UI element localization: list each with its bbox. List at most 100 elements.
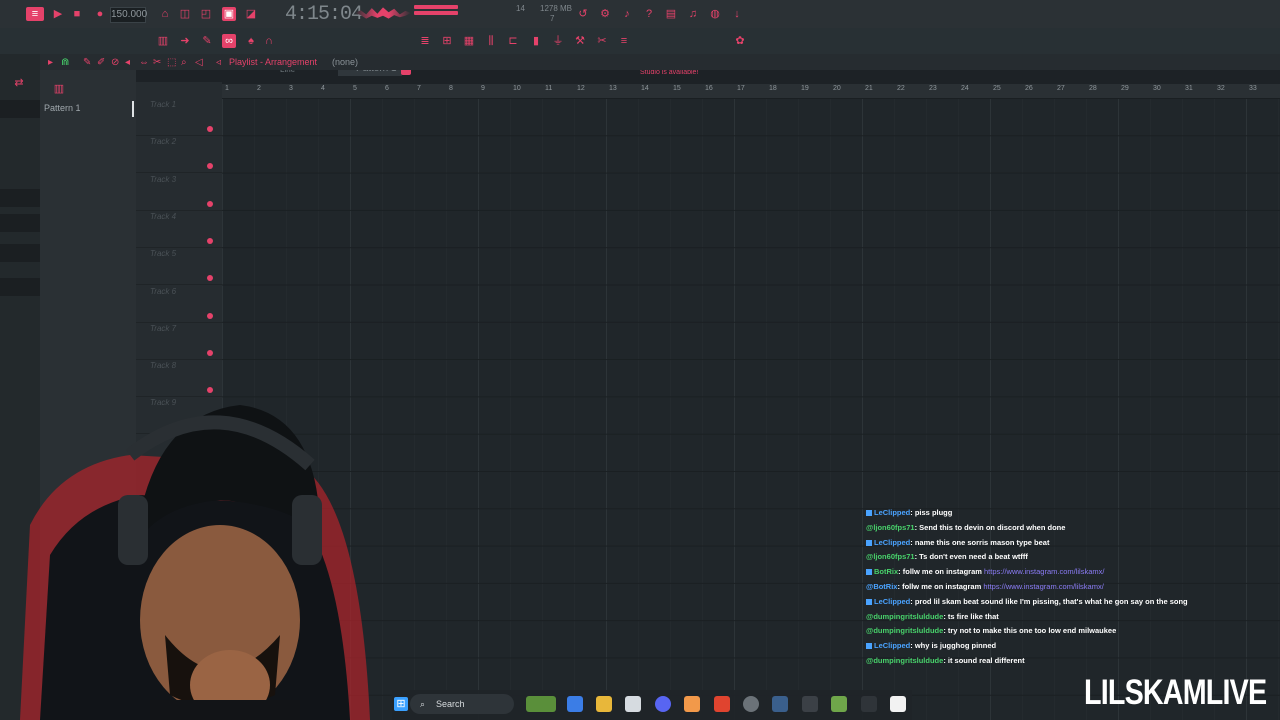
- plug-icon[interactable]: ⏚: [551, 34, 565, 48]
- fl-logo-icon[interactable]: ✿: [733, 34, 747, 48]
- track-header[interactable]: Track 2: [136, 135, 222, 174]
- pattern-list-item[interactable]: Pattern 1: [44, 103, 81, 113]
- track-mute-led[interactable]: [207, 275, 213, 282]
- track-mute-led[interactable]: [207, 237, 213, 244]
- browser-toggle-icon[interactable]: ⇄: [12, 76, 26, 90]
- playlist-selection[interactable]: (none): [332, 57, 358, 67]
- minecraft-icon[interactable]: [831, 696, 847, 712]
- delete-tool-icon[interactable]: ⊘: [111, 57, 119, 68]
- brush-icon[interactable]: ♠: [244, 34, 258, 48]
- track-header[interactable]: Track 4: [136, 210, 222, 248]
- zoom-tool-icon[interactable]: ⌕: [181, 57, 187, 68]
- mute-tool-icon[interactable]: ◂: [125, 57, 130, 68]
- app-icon[interactable]: [802, 696, 818, 712]
- widgets-icon[interactable]: [526, 696, 556, 712]
- loop-record-icon[interactable]: ▣: [222, 7, 236, 21]
- chrome-icon[interactable]: [743, 696, 759, 712]
- playback-tool-icon[interactable]: ◁: [195, 57, 203, 68]
- track-mute-led[interactable]: [207, 126, 213, 132]
- playlist-icon[interactable]: ≣: [418, 34, 432, 48]
- store-icon[interactable]: [625, 696, 641, 712]
- track-header[interactable]: Track 1: [136, 98, 222, 136]
- bar-number: 27: [1057, 85, 1065, 92]
- chat-icon[interactable]: ◍: [708, 7, 722, 21]
- step-sequencer-icon[interactable]: ▦: [462, 34, 476, 48]
- undo-icon[interactable]: ↺: [576, 7, 590, 21]
- browser-bar[interactable]: [0, 100, 40, 118]
- copilot-icon[interactable]: [567, 696, 583, 712]
- arrow-right-icon[interactable]: ➜: [178, 34, 192, 48]
- pencil-icon[interactable]: ✎: [200, 34, 214, 48]
- fl-menu-icon[interactable]: ≡: [26, 7, 44, 21]
- countdown-icon[interactable]: ◰: [199, 7, 213, 21]
- mixer-icon[interactable]: ⚙: [598, 7, 612, 21]
- bar-number: 17: [737, 85, 745, 92]
- steam-icon[interactable]: [772, 696, 788, 712]
- track-header[interactable]: Track 3: [136, 173, 222, 211]
- magnet-tool-icon[interactable]: ⋒: [61, 57, 69, 68]
- play-icon[interactable]: ▶: [51, 7, 65, 21]
- track-mute-led[interactable]: [207, 349, 213, 356]
- secondary-toolbar: ▥ ➜ ✎ ∞ ♠ ∩ Line Pattern 1 ≣ ⊞ ▦ ⫼ ⊏ ▮ ⏚…: [0, 28, 1280, 76]
- tempo-display[interactable]: 150.000: [110, 7, 147, 23]
- song-position-clock: 4:15:04: [285, 3, 363, 26]
- track-header[interactable]: Track 7: [136, 322, 222, 360]
- arrow-tool-icon[interactable]: ▸: [48, 57, 53, 68]
- select-tool-icon[interactable]: ⬚: [167, 57, 176, 68]
- file-explorer-icon[interactable]: [596, 696, 612, 712]
- browser-bar[interactable]: [0, 278, 40, 296]
- bar-number: 11: [545, 85, 553, 92]
- download-icon[interactable]: ↓: [730, 7, 744, 21]
- picker-icon[interactable]: ▥: [52, 82, 66, 96]
- track-label: Track 6: [150, 286, 177, 296]
- taskbar-search[interactable]: ⌕ Search: [410, 694, 514, 714]
- fl-studio-icon[interactable]: [684, 696, 700, 712]
- discord-icon[interactable]: [655, 696, 671, 712]
- track-mute-led[interactable]: [207, 387, 213, 394]
- link-icon[interactable]: ∞: [222, 34, 236, 48]
- folder-icon[interactable]: ▮: [529, 34, 543, 48]
- draw-tool-icon[interactable]: ✎: [83, 57, 91, 68]
- timeline-ruler[interactable]: 1 2 3 4 5 6 7 8 9 10 11 12 13 14 15 16 17 18 19 20 21 22 23 24 2…: [222, 84, 1280, 99]
- paint-tool-icon[interactable]: ✐: [97, 57, 105, 68]
- chat-username: @BotRix: [866, 581, 898, 591]
- chat-username: LeClipped: [874, 537, 911, 547]
- cut-icon[interactable]: ✂: [595, 34, 609, 48]
- stop-icon[interactable]: ■: [70, 7, 84, 21]
- windows-start-icon[interactable]: ⊞: [394, 697, 408, 711]
- plugin-icon[interactable]: ♫: [686, 7, 700, 21]
- help-icon[interactable]: ?: [642, 7, 656, 21]
- track-mute-led[interactable]: [207, 200, 213, 207]
- wait-input-icon[interactable]: ◫: [178, 7, 192, 21]
- step-edit-icon[interactable]: ◪: [244, 7, 258, 21]
- metronome-icon[interactable]: ⌂: [158, 7, 172, 21]
- browser-icon[interactable]: ⊏: [506, 34, 520, 48]
- track-header[interactable]: Track 6: [136, 285, 222, 323]
- playlist-menu-icon[interactable]: ◃: [216, 57, 221, 68]
- track-header[interactable]: Track 5: [136, 247, 222, 286]
- browser-bar[interactable]: [0, 244, 40, 262]
- master-volume-meter[interactable]: [414, 5, 458, 21]
- brave-icon[interactable]: [714, 696, 730, 712]
- track-mute-led[interactable]: [207, 163, 213, 170]
- mixer-faders-icon[interactable]: ⫼: [484, 34, 498, 48]
- waveform-monitor: [355, 7, 411, 19]
- microphone-icon[interactable]: ♪: [620, 7, 634, 21]
- magnet-icon[interactable]: ∩: [262, 34, 276, 48]
- record-icon[interactable]: ●: [93, 7, 107, 21]
- track-mute-led[interactable]: [207, 312, 213, 319]
- capcut-icon[interactable]: [890, 696, 906, 712]
- chat-link[interactable]: https://www.instagram.com/lilskamx/: [983, 582, 1103, 591]
- settings-icon[interactable]: ≡: [617, 34, 631, 48]
- slice-tool-icon[interactable]: ✂: [153, 57, 161, 68]
- channel-rack-icon[interactable]: ⊞: [440, 34, 454, 48]
- piano-roll-icon[interactable]: ▥: [156, 34, 170, 48]
- tool-icon[interactable]: ⚒: [573, 34, 587, 48]
- chat-link[interactable]: https://www.instagram.com/lilskamx/: [984, 567, 1104, 576]
- save-icon[interactable]: ▤: [664, 7, 678, 21]
- browser-bar[interactable]: [0, 189, 40, 207]
- slip-tool-icon[interactable]: ⇔: [139, 57, 149, 68]
- app-icon[interactable]: [861, 696, 877, 712]
- track-header[interactable]: Track 8: [136, 359, 222, 398]
- browser-bar[interactable]: [0, 214, 40, 232]
